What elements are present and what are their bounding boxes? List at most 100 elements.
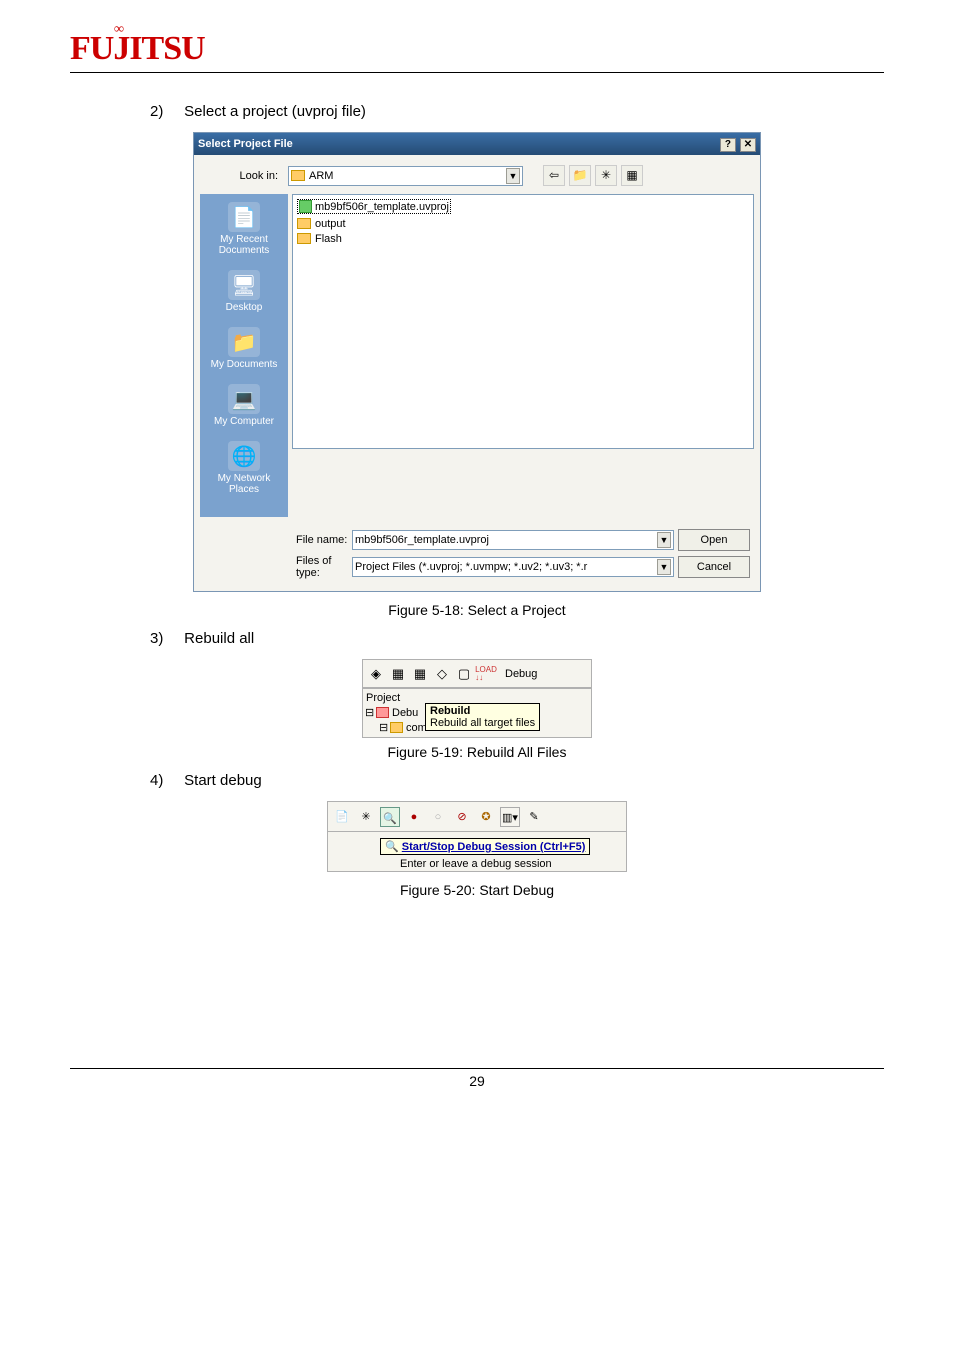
file-name: output <box>315 218 346 230</box>
place-label: My Recent Documents <box>202 234 286 256</box>
ide-toolbar: ◈ ▦ ▦ ◇ ▢ LOAD↓↓ Debug <box>363 660 591 688</box>
file-name: mb9bf506r_template.uvproj <box>315 201 449 213</box>
tooltip-sub: Enter or leave a debug session <box>396 857 626 871</box>
config-combo[interactable]: Debug <box>505 668 537 680</box>
chevron-down-icon[interactable]: ▼ <box>506 168 520 184</box>
cancel-button[interactable]: Cancel <box>678 556 750 578</box>
file-list[interactable]: mb9bf506r_template.uvproj output Flash <box>292 194 754 449</box>
folder-icon <box>390 722 403 733</box>
chevron-down-icon[interactable]: ▼ <box>657 559 671 575</box>
filetype-label: Files of type: <box>292 555 352 579</box>
desktop-icon: 🖥 <box>228 270 260 300</box>
dialog-body: 📄My Recent Documents 🖥 Desktop 📁 My Docume… <box>194 192 760 523</box>
recent-icon: 📄 <box>228 202 260 232</box>
figure-caption-2: Figure 5-19: Rebuild All Files <box>70 744 884 760</box>
view-menu-button[interactable]: ▦ <box>621 165 643 186</box>
up-one-level-button[interactable]: 📁 <box>569 165 591 186</box>
filetype-combo[interactable]: Project Files (*.uvproj; *.uvmpw; *.uv2;… <box>352 557 674 577</box>
dialog-titlebar: Select Project File ? ✕ <box>194 133 760 155</box>
page-footer: 29 <box>70 1068 884 1089</box>
step-text: Select a project (uvproj file) <box>184 103 366 120</box>
tooltip-sub: Rebuild all target files <box>430 717 535 729</box>
breakpoint-icon[interactable]: ● <box>404 807 424 827</box>
place-label: My Documents <box>202 359 286 370</box>
step-3: 3) Rebuild all <box>150 630 884 647</box>
debug-toolbar: 📄 ✳ 🔍 ● ○ ⊘ ✪ ▥▾ ✎ <box>328 802 626 832</box>
select-project-dialog: Select Project File ? ✕ Look in: ARM ▼ ⇦… <box>193 132 761 592</box>
download-icon[interactable]: LOAD↓↓ <box>476 664 496 684</box>
back-button[interactable]: ⇦ <box>543 165 565 186</box>
tooltip-title: Start/Stop Debug Session (Ctrl+F5) <box>402 841 586 853</box>
new-folder-button[interactable]: ✳ <box>595 165 617 186</box>
place-computer[interactable]: 💻My Computer <box>202 384 286 427</box>
header-bar: ∞ FUJITSU <box>70 30 884 73</box>
translate-icon[interactable]: ◈ <box>366 664 386 684</box>
folder-icon <box>291 170 305 181</box>
lookin-row: Look in: ARM ▼ ⇦ 📁 ✳ ▦ <box>194 155 760 192</box>
step-text: Start debug <box>184 772 262 789</box>
chevron-down-icon[interactable]: ▼ <box>657 532 671 548</box>
filename-value: mb9bf506r_template.uvproj <box>355 534 489 546</box>
project-file-icon <box>299 200 312 213</box>
tree-expander-icon[interactable]: ⊟ <box>379 721 387 734</box>
place-recent[interactable]: 📄My Recent Documents <box>202 202 286 256</box>
folder-icon <box>297 233 311 244</box>
step-num: 3) <box>150 630 180 647</box>
breakpoint-settings-icon[interactable]: ✪ <box>476 807 496 827</box>
window-layout-icon[interactable]: ▥▾ <box>500 807 520 827</box>
documents-icon: 📁 <box>228 327 260 357</box>
step-text: Rebuild all <box>184 630 254 647</box>
help-button[interactable]: ? <box>720 138 736 152</box>
target-icon <box>376 707 389 718</box>
place-label: My Network Places <box>202 473 286 495</box>
tool-icon[interactable]: ✎ <box>524 807 544 827</box>
lookin-label: Look in: <box>200 170 284 182</box>
debug-tooltip: 🔍 Start/Stop Debug Session (Ctrl+F5) <box>380 838 590 855</box>
debug-snippet: 📄 ✳ 🔍 ● ○ ⊘ ✪ ▥▾ ✎ 🔍 Start/Stop Debug Se… <box>327 801 627 872</box>
file-item-selected[interactable]: mb9bf506r_template.uvproj <box>297 199 451 214</box>
page-number: 29 <box>469 1073 485 1089</box>
places-bar: 📄My Recent Documents 🖥 Desktop 📁 My Docume… <box>200 194 288 517</box>
batch-icon[interactable]: ◇ <box>432 664 452 684</box>
rebuild-tooltip: Rebuild Rebuild all target files <box>425 703 540 731</box>
clear-breakpoints-icon[interactable]: ⊘ <box>452 807 472 827</box>
project-panel: Project Rebuild Rebuild all target files… <box>363 688 591 737</box>
source-icon[interactable]: 📄 <box>332 807 352 827</box>
step-4: 4) Start debug <box>150 772 884 789</box>
debug-tooltip-icon: 🔍 <box>385 841 399 853</box>
lookin-value: ARM <box>309 170 333 182</box>
stop-icon[interactable]: ▢ <box>454 664 474 684</box>
close-button[interactable]: ✕ <box>740 138 756 152</box>
folder-icon <box>297 218 311 229</box>
place-desktop[interactable]: 🖥 Desktop <box>202 270 286 313</box>
fujitsu-logo: ∞ FUJITSU <box>70 30 205 68</box>
lookin-combo[interactable]: ARM ▼ <box>288 166 523 186</box>
rebuild-snippet: ◈ ▦ ▦ ◇ ▢ LOAD↓↓ Debug Project Rebuild R… <box>362 659 592 738</box>
open-button[interactable]: Open <box>678 529 750 551</box>
network-icon: 🌐 <box>228 441 260 471</box>
filetype-value: Project Files (*.uvproj; *.uvmpw; *.uv2;… <box>355 561 587 573</box>
dialog-title: Select Project File <box>198 133 293 155</box>
build-icon[interactable]: ▦ <box>388 664 408 684</box>
rebuild-icon[interactable]: ▦ <box>410 664 430 684</box>
step-num: 4) <box>150 772 180 789</box>
figure-caption-3: Figure 5-20: Start Debug <box>70 882 884 898</box>
tooltip-title: Rebuild <box>430 705 470 717</box>
file-item[interactable]: Flash <box>297 231 749 246</box>
figure-caption-1: Figure 5-18: Select a Project <box>70 602 884 618</box>
tree-label: Debu <box>392 707 418 719</box>
tool-icon[interactable]: ✳ <box>356 807 376 827</box>
tree-expander-icon[interactable]: ⊟ <box>365 706 373 719</box>
place-documents[interactable]: 📁 My Documents <box>202 327 286 370</box>
place-network[interactable]: 🌐My Network Places <box>202 441 286 495</box>
place-label: My Computer <box>202 416 286 427</box>
file-name: Flash <box>315 233 342 245</box>
disabled-breakpoint-icon[interactable]: ○ <box>428 807 448 827</box>
place-label: Desktop <box>202 302 286 313</box>
filename-label: File name: <box>292 534 352 546</box>
logo-text: FUJITSU <box>70 30 205 67</box>
debug-session-icon[interactable]: 🔍 <box>380 807 400 827</box>
file-item[interactable]: output <box>297 216 749 231</box>
filename-input[interactable]: mb9bf506r_template.uvproj ▼ <box>352 530 674 550</box>
step-num: 2) <box>150 103 180 120</box>
